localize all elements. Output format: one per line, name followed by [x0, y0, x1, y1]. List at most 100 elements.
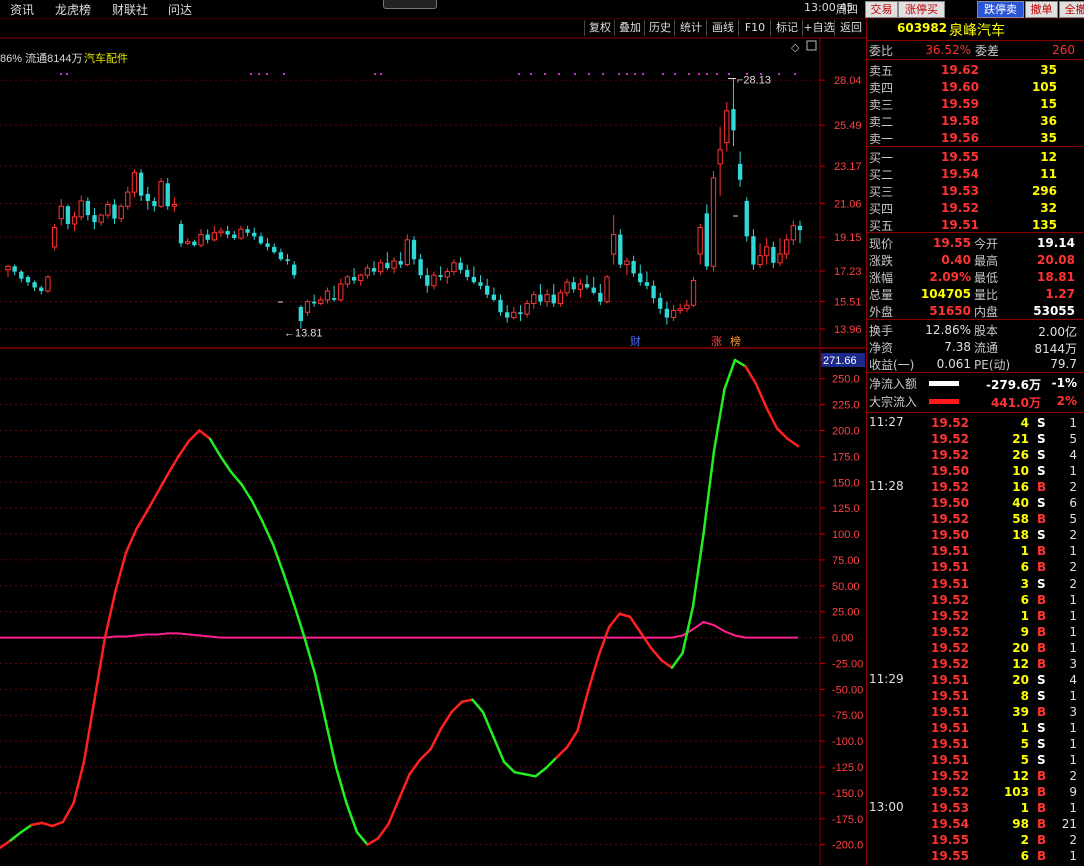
quote-label: 内盘 [974, 305, 999, 319]
diamond-icon: ◇ [791, 41, 800, 54]
indicator-tick-label: -150.0 [832, 788, 863, 800]
candle-body [39, 287, 44, 292]
signal-dot [574, 73, 576, 75]
quote-value: 20.08 [1037, 253, 1075, 267]
indicator-line-segment [586, 654, 600, 693]
tick-price: 19.55 [931, 833, 969, 848]
tick-volume: 58 [1012, 512, 1029, 527]
candle-body [584, 284, 590, 288]
tick-side: S [1037, 496, 1046, 511]
cancel-order-button[interactable]: 撤单 [1025, 1, 1058, 18]
candle-body [19, 271, 24, 279]
indicator-line-segment [51, 820, 65, 828]
candle-body [98, 214, 104, 223]
tick-count: 1 [1069, 464, 1077, 479]
weicha-label: 委差 [975, 44, 1000, 58]
stat-label: 收益(一) [869, 358, 915, 372]
menu-news[interactable]: 资讯 [10, 1, 34, 18]
weibi-value: 36.52% [925, 43, 971, 57]
candle-body [324, 290, 331, 301]
indicator-tick-label: 0.00 [832, 633, 853, 645]
tick-volume: 103 [1003, 785, 1029, 800]
quote-value: 0.40 [941, 253, 971, 267]
tick-row: 19.52 21 S 5 [867, 431, 1084, 447]
candle-body [618, 234, 623, 265]
indicator-line-segment [135, 509, 149, 531]
tick-side: B [1037, 608, 1047, 623]
indicator-line-segment [523, 772, 537, 778]
candle-body [677, 308, 683, 312]
signal-dot [698, 73, 700, 75]
zero-signal-line [0, 620, 798, 639]
indicator-line-segment [334, 765, 348, 805]
indicator-lines [0, 358, 800, 850]
indicator-line-segment [702, 449, 716, 536]
tick-price: 19.51 [931, 576, 969, 591]
signal-dot [602, 73, 604, 75]
window-grip-handle[interactable] [383, 0, 437, 9]
indicator-line-segment [19, 823, 33, 834]
ask-price: 19.58 [941, 114, 979, 128]
ask-price: 19.62 [941, 63, 979, 77]
indicator-tick-label: -200.0 [832, 840, 863, 852]
tick-price: 19.52 [931, 432, 969, 447]
cancel-all-button[interactable]: 全撤 [1059, 1, 1084, 18]
quote-label: 最低 [974, 271, 999, 285]
limit-up-buy-button[interactable]: 涨停买 [898, 1, 945, 18]
price-tick-label: 13.96 [834, 324, 862, 336]
quote-value: 53055 [1033, 304, 1075, 318]
tick-count: 1 [1069, 608, 1077, 623]
menu-wenda[interactable]: 问达 [168, 1, 192, 18]
tick-volume: 6 [1020, 849, 1029, 864]
candle-body [65, 206, 71, 224]
indicator-tick-label: -75.00 [832, 710, 863, 722]
tick-side: S [1037, 432, 1046, 447]
tick-row: 19.54 98 B 21 [867, 816, 1084, 832]
quote-label: 量比 [974, 288, 999, 302]
indicator-line-segment [450, 700, 464, 714]
candle-body [724, 110, 730, 144]
chart-area[interactable]: 86% 流通8144万 汽车配件 ◇ 28.04 25.49 23.17 21.06 1… [0, 19, 866, 866]
candle-body [378, 262, 384, 273]
candle-body [211, 232, 217, 241]
indicator-line-segment [775, 427, 789, 441]
signal-dot [626, 73, 628, 75]
tick-count: 1 [1069, 592, 1077, 607]
indicator-line-segment [492, 735, 506, 764]
indicator-line-segment [628, 615, 642, 634]
indicator-line-segment [345, 801, 359, 834]
tick-side: B [1037, 817, 1047, 832]
stat-label: 净资 [869, 341, 894, 355]
ask-price: 19.56 [941, 131, 979, 145]
candle-body [751, 236, 756, 265]
tick-row: 11:27 19.52 4 S 1 [867, 415, 1084, 431]
limit-down-sell-button[interactable]: 跌停卖 [977, 1, 1024, 18]
ask-volume: 105 [1031, 80, 1057, 94]
tick-volume: 20 [1012, 640, 1029, 655]
price-tick-label: 19.15 [834, 232, 862, 244]
quote-value: 19.55 [933, 236, 971, 250]
stat-value: 0.061 [936, 357, 971, 371]
indicator-line-segment [660, 659, 674, 669]
indicator-line-segment [0, 839, 12, 850]
tick-side: B [1037, 544, 1047, 559]
trade-button[interactable]: 交易 [865, 1, 898, 18]
menu-dragon-tiger[interactable]: 龙虎榜 [55, 1, 91, 18]
indicator-line-segment [534, 766, 548, 778]
candle-body [717, 149, 723, 165]
menu-cls[interactable]: 财联社 [112, 1, 148, 18]
indicator-line-segment [72, 760, 86, 805]
tick-volume: 12 [1012, 769, 1029, 784]
tick-side: B [1037, 624, 1047, 639]
tick-price: 19.52 [931, 608, 969, 623]
stat-label: PE(动) [974, 358, 1011, 372]
bid-volume: 11 [1040, 167, 1057, 181]
indicator-tick-label: 100.0 [832, 529, 860, 541]
indicator-line-segment [292, 603, 306, 639]
candle-body [544, 294, 550, 303]
candle-body [278, 252, 284, 260]
candle-body [45, 276, 51, 292]
candle-body [358, 274, 364, 281]
candle-body [731, 109, 736, 131]
signal-dot [642, 73, 644, 75]
